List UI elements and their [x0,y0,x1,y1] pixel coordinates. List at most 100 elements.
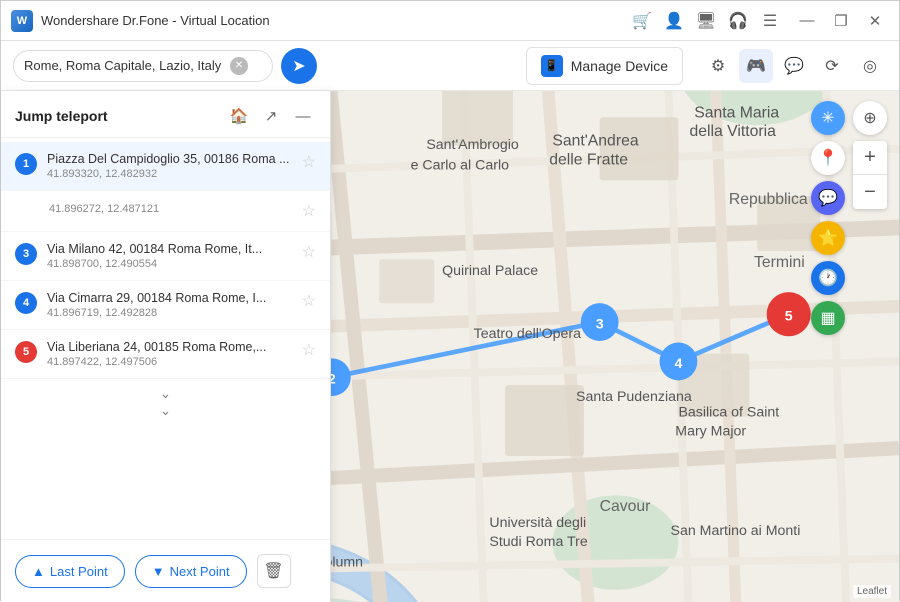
star-icon-2[interactable]: ☆ [302,201,316,221]
svg-text:e Carlo al Carlo: e Carlo al Carlo [411,157,509,173]
target-tool-button[interactable]: ◎ [853,49,887,83]
last-point-button[interactable]: ▲ Last Point [15,555,125,588]
search-clear-button[interactable]: ✕ [230,57,248,75]
toolbar: ✕ ➤ 📱 Manage Device ⚙ 🎮 💬 ⟳ ◎ [1,41,899,91]
locate-me-button[interactable]: ⊕ [853,101,887,135]
star-icon-3[interactable]: ☆ [302,242,316,262]
location-number-4: 4 [15,292,37,314]
list-item[interactable]: 3 Via Milano 42, 00184 Roma Rome, It... … [1,232,330,281]
grid-icon-btn[interactable]: ▦ [811,301,845,335]
window-controls: — ❐ ✕ [793,7,889,35]
location-info-2: 41.896272, 12.487121 [49,201,292,215]
list-item[interactable]: 5 Via Liberiana 24, 00185 Roma Rome,... … [1,330,330,379]
next-point-button[interactable]: ▼ Next Point [135,555,247,588]
map-attribution: Leaflet [853,585,891,598]
svg-text:Università degli: Università degli [489,515,586,531]
sidebar: Jump teleport 🏠 ↗ — 1 Piazza Del Campido… [1,91,331,602]
location-info-5: Via Liberiana 24, 00185 Roma Rome,... 41… [47,340,292,368]
location-coords-3: 41.898700, 12.490554 [47,258,292,270]
main-content: 2 3 4 5 Spagna Spanish Steps Sant'Ambrog… [1,91,899,602]
list-item[interactable]: 1 Piazza Del Campidoglio 35, 00186 Roma … [1,142,330,191]
location-name-4: Via Cimarra 29, 00184 Roma Rome, I... [47,291,292,305]
svg-text:Sant'Ambrogio: Sant'Ambrogio [426,137,519,153]
sidebar-title: Jump teleport [15,108,218,124]
next-point-label: Next Point [170,564,230,579]
svg-text:Mary Major: Mary Major [675,424,746,440]
app-title: Wondershare Dr.Fone - Virtual Location [41,13,627,28]
menu-icon-btn[interactable]: ☰ [755,6,785,36]
star-icon-5[interactable]: ☆ [302,340,316,360]
toolbar-tools: ⚙ 🎮 💬 ⟳ ◎ [701,49,887,83]
menu-icon: ☰ [763,11,777,31]
location-number-5: 5 [15,341,37,363]
close-button[interactable]: ✕ [861,7,889,35]
manage-device-button[interactable]: 📱 Manage Device [526,47,683,85]
location-name-1: Piazza Del Campidoglio 35, 00186 Roma ..… [47,152,292,166]
last-point-label: Last Point [50,564,108,579]
svg-text:3: 3 [596,316,604,332]
svg-text:Studi Roma Tre: Studi Roma Tre [489,534,587,550]
search-input[interactable] [24,58,224,73]
maps-icon-btn[interactable]: 📍 [811,141,845,175]
gamepad-tool-button[interactable]: 🎮 [739,49,773,83]
location-number-3: 3 [15,243,37,265]
export-icon-btn[interactable]: ↗ [258,103,284,129]
app-logo: W [11,10,33,32]
location-name-5: Via Liberiana 24, 00185 Roma Rome,... [47,340,292,354]
shop-icon-btn[interactable]: 🛒 [627,6,657,36]
titlebar-icons: 🛒 👤 🖥 🎧 ☰ [627,6,785,36]
search-bar: ✕ [13,50,273,82]
svg-text:Repubblica: Repubblica [729,191,808,208]
floating-app-icons: ✳ 📍 💬 ⭐ 🕐 ▦ [811,101,845,335]
down-arrow-icon: ▼ [152,564,165,579]
chat-tool-button[interactable]: 💬 [777,49,811,83]
show-more-button[interactable]: ⌄⌄ [1,379,330,425]
list-item[interactable]: 41.896272, 12.487121 ☆ [1,191,330,232]
location-coords-4: 41.896719, 12.492828 [47,307,292,319]
settings-tool-button[interactable]: ⚙ [701,49,735,83]
star-icon-btn[interactable]: ⭐ [811,221,845,255]
user-icon-btn[interactable]: 👤 [659,6,689,36]
trash-icon: 🗑 [263,561,283,581]
svg-text:Santa Maria: Santa Maria [694,104,779,121]
svg-text:Teatro dell'Opera: Teatro dell'Opera [474,326,581,342]
chevron-down-icon: ⌄⌄ [160,385,172,418]
location-number-1: 1 [15,153,37,175]
sidebar-header-icons: 🏠 ↗ — [226,103,316,129]
svg-text:Santa Pudenziana: Santa Pudenziana [576,389,692,405]
zoom-out-button[interactable]: − [853,175,887,209]
maximize-button[interactable]: ❐ [827,7,855,35]
discord-icon-btn[interactable]: 💬 [811,181,845,215]
shop-icon: 🛒 [632,11,652,31]
svg-text:Basilica of Saint: Basilica of Saint [678,405,779,421]
sidebar-bottom: ▲ Last Point ▼ Next Point 🗑 [1,539,330,602]
location-list: 1 Piazza Del Campidoglio 35, 00186 Roma … [1,138,330,539]
screen-icon-btn[interactable]: 🖥 [691,6,721,36]
location-coords-5: 41.897422, 12.497506 [47,356,292,368]
headset-icon-btn[interactable]: 🎧 [723,6,753,36]
svg-text:Quirinal Palace: Quirinal Palace [442,263,538,279]
zoom-in-button[interactable]: + [853,141,887,175]
location-coords-1: 41.893320, 12.482932 [47,168,292,180]
delete-route-button[interactable]: 🗑 [257,554,291,588]
location-info-3: Via Milano 42, 00184 Roma Rome, It... 41… [47,242,292,270]
svg-text:della Vittoria: della Vittoria [689,123,776,140]
star-icon-4[interactable]: ☆ [302,291,316,311]
star-icon-1[interactable]: ☆ [302,152,316,172]
route-tool-button[interactable]: ⟳ [815,49,849,83]
app-logo-letter: W [17,15,27,27]
location-info-1: Piazza Del Campidoglio 35, 00186 Roma ..… [47,152,292,180]
svg-text:Sant'Andrea: Sant'Andrea [552,133,638,150]
headset-icon: 🎧 [728,11,748,31]
up-arrow-icon: ▲ [32,564,45,579]
navigate-button[interactable]: ➤ [281,48,317,84]
location-coords-2: 41.896272, 12.487121 [49,203,292,215]
svg-text:Termini: Termini [754,254,805,271]
minimize-button[interactable]: — [793,7,821,35]
list-item[interactable]: 4 Via Cimarra 29, 00184 Roma Rome, I... … [1,281,330,330]
home-icon-btn[interactable]: 🏠 [226,103,252,129]
clock-icon-btn[interactable]: 🕐 [811,261,845,295]
asterisk-icon-btn[interactable]: ✳ [811,101,845,135]
manage-device-icon: 📱 [541,55,563,77]
collapse-sidebar-btn[interactable]: — [290,103,316,129]
